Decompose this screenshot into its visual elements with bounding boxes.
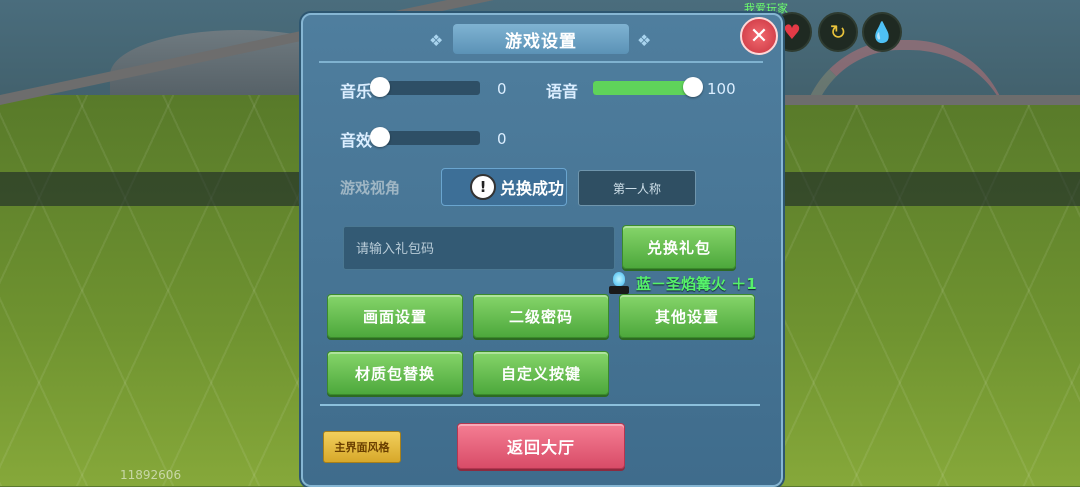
water-drop-icon[interactable]: 💧 bbox=[862, 12, 902, 52]
voice-label: 语音 bbox=[546, 82, 579, 101]
sfx-slider[interactable] bbox=[370, 127, 480, 147]
sfx-value: 0 bbox=[497, 130, 507, 148]
main-style-button[interactable]: 主界面风格 bbox=[323, 431, 401, 463]
panel-title: 游戏设置 bbox=[453, 24, 629, 54]
custom-keys-button[interactable]: 自定义按键 bbox=[473, 351, 609, 395]
display-settings-button[interactable]: 画面设置 bbox=[327, 294, 463, 338]
sfx-label: 音效 bbox=[340, 131, 373, 150]
title-divider bbox=[319, 61, 763, 63]
reward-notice: 蓝－圣焰篝火 ＋1 bbox=[608, 272, 757, 294]
voice-value: 100 bbox=[707, 80, 736, 98]
secondary-password-button[interactable]: 二级密码 bbox=[473, 294, 609, 338]
view-angle-label: 游戏视角 bbox=[340, 179, 401, 197]
warning-icon: ! bbox=[470, 174, 496, 200]
music-slider-knob[interactable] bbox=[370, 77, 390, 97]
redeem-success-toast: ! 兑换成功 bbox=[470, 174, 564, 200]
voice-slider-fill bbox=[593, 81, 693, 95]
campfire-icon bbox=[608, 272, 630, 294]
other-settings-button[interactable]: 其他设置 bbox=[619, 294, 755, 338]
music-label: 音乐 bbox=[340, 82, 373, 101]
reward-text: 蓝－圣焰篝火 ＋1 bbox=[636, 274, 757, 293]
ornament-icon: ❖ bbox=[637, 31, 652, 50]
sfx-slider-knob[interactable] bbox=[370, 127, 390, 147]
close-button[interactable]: ✕ bbox=[740, 17, 778, 55]
view-first-person-option[interactable]: 第一人称 bbox=[578, 170, 696, 206]
redeem-gift-button[interactable]: 兑换礼包 bbox=[622, 225, 736, 269]
voice-slider-knob[interactable] bbox=[683, 77, 703, 97]
ornament-icon: ❖ bbox=[429, 31, 444, 50]
music-slider[interactable] bbox=[370, 77, 480, 97]
arrow-icon[interactable]: ↻ bbox=[818, 12, 858, 52]
texture-pack-button[interactable]: 材质包替换 bbox=[327, 351, 463, 395]
stone-wall bbox=[780, 95, 1080, 105]
voice-slider[interactable] bbox=[593, 77, 703, 97]
gift-code-input[interactable] bbox=[343, 226, 615, 270]
return-lobby-button[interactable]: 返回大厅 bbox=[457, 423, 625, 469]
bottom-divider bbox=[320, 404, 760, 406]
music-value: 0 bbox=[497, 80, 507, 98]
toast-text: 兑换成功 bbox=[500, 179, 565, 198]
player-id: 11892606 bbox=[120, 468, 182, 482]
